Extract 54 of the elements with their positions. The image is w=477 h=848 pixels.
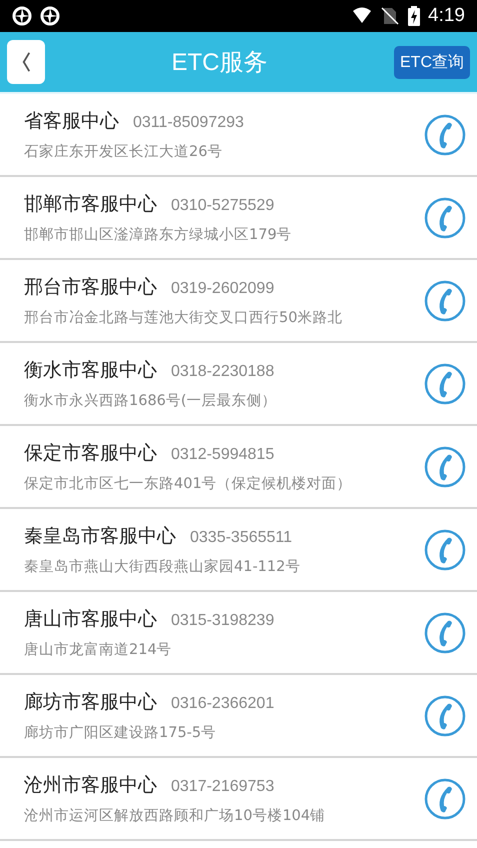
phone-call-icon[interactable] xyxy=(423,112,467,156)
center-name: 秦皇岛市客服中心 xyxy=(24,524,176,549)
phone-call-icon[interactable] xyxy=(423,776,467,820)
service-center-item[interactable]: 沧州市客服中心 0317-2169753 沧州市运河区解放西路顾和广场10号楼104铺 xyxy=(0,758,477,841)
phone-call-icon[interactable] xyxy=(423,694,467,738)
service-center-item[interactable]: 省客服中心 0311-85097293 石家庄东开发区长江大道26号 xyxy=(0,94,477,177)
center-address: 邯郸市邯山区滏漳路东方绿城小区179号 xyxy=(24,226,293,244)
phone-number: 0310-5275529 xyxy=(171,197,274,215)
service-center-item[interactable]: 邢台市客服中心 0319-2602099 邢台市冶金北路与莲池大街交叉口西行50米路北 xyxy=(0,260,477,343)
aperture-icon xyxy=(12,6,32,26)
phone-number: 0317-2169753 xyxy=(171,778,274,796)
phone-number: 0311-85097293 xyxy=(133,114,244,132)
battery-icon xyxy=(408,6,420,26)
center-name: 保定市客服中心 xyxy=(24,441,157,466)
page-title: ETC服务 xyxy=(172,48,268,78)
etc-query-button[interactable]: ETC查询 xyxy=(394,46,470,78)
clock-time: 4:19 xyxy=(428,5,465,27)
center-address: 保定市北市区七一东路401号（保定候机楼对面） xyxy=(24,474,353,493)
center-name: 邯郸市客服中心 xyxy=(24,192,157,217)
service-center-item[interactable]: 廊坊市客服中心 0316-2366201 廊坊市广阳区建设路175-5号 xyxy=(0,675,477,758)
center-name: 沧州市客服中心 xyxy=(24,773,157,798)
service-center-item[interactable]: 邯郸市客服中心 0310-5275529 邯郸市邯山区滏漳路东方绿城小区179号 xyxy=(0,177,477,260)
phone-number: 0319-2602099 xyxy=(171,280,274,298)
service-center-item[interactable]: 唐山市客服中心 0315-3198239 唐山市龙富南道214号 xyxy=(0,592,477,675)
center-name: 廊坊市客服中心 xyxy=(24,690,157,715)
phone-call-icon[interactable] xyxy=(423,444,467,488)
service-center-item[interactable]: 衡水市客服中心 0318-2230188 衡水市永兴西路1686号(一层最东侧） xyxy=(0,343,477,426)
phone-call-icon[interactable] xyxy=(423,196,467,240)
phone-number: 0316-2366201 xyxy=(171,695,274,713)
phone-call-icon[interactable] xyxy=(423,362,467,406)
phone-number: 0312-5994815 xyxy=(171,446,274,464)
center-address: 唐山市龙富南道214号 xyxy=(24,640,173,659)
center-address: 石家庄东开发区长江大道26号 xyxy=(24,142,224,161)
center-name: 唐山市客服中心 xyxy=(24,607,157,632)
center-address: 秦皇岛市燕山大街西段燕山家园41-112号 xyxy=(24,558,302,576)
phone-call-icon[interactable] xyxy=(423,528,467,572)
aperture-icon xyxy=(40,6,60,26)
center-address: 邢台市冶金北路与莲池大街交叉口西行50米路北 xyxy=(24,308,344,327)
center-address: 廊坊市广阳区建设路175-5号 xyxy=(24,724,218,742)
center-name: 邢台市客服中心 xyxy=(24,275,157,300)
phone-number: 0318-2230188 xyxy=(171,363,274,381)
center-name: 省客服中心 xyxy=(24,109,119,134)
phone-call-icon[interactable] xyxy=(423,278,467,322)
service-center-item[interactable]: 保定市客服中心 0312-5994815 保定市北市区七一东路401号（保定候机楼对面） xyxy=(0,426,477,509)
no-sim-icon xyxy=(380,6,400,26)
center-name: 衡水市客服中心 xyxy=(24,358,157,383)
phone-call-icon[interactable] xyxy=(423,610,467,654)
back-chevron-icon xyxy=(20,51,32,73)
center-address: 衡水市永兴西路1686号(一层最东侧） xyxy=(24,392,278,410)
center-address: 沧州市运河区解放西路顾和广场10号楼104铺 xyxy=(24,806,326,825)
phone-number: 0335-3565511 xyxy=(190,529,292,547)
phone-number: 0315-3198239 xyxy=(171,612,274,630)
back-button[interactable] xyxy=(7,40,45,84)
service-center-item[interactable]: 秦皇岛市客服中心 0335-3565511 秦皇岛市燕山大街西段燕山家园41-112号 xyxy=(0,509,477,592)
